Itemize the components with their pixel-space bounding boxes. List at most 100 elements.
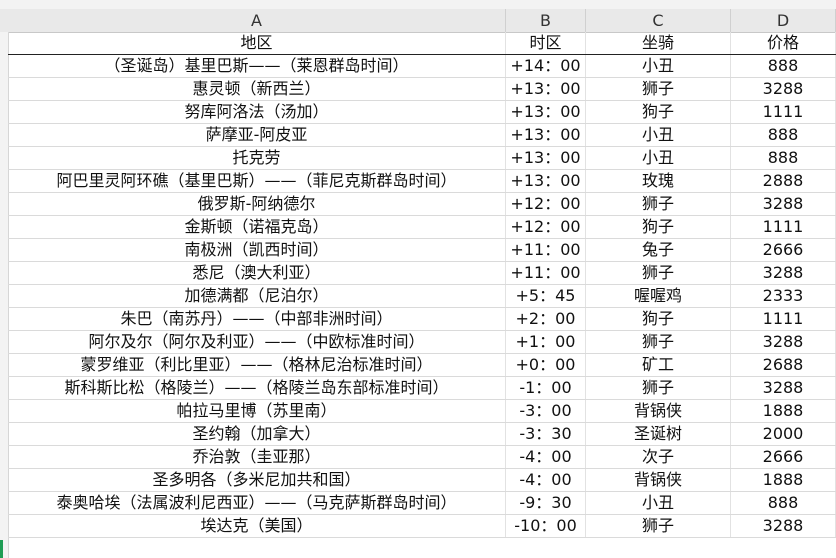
- cell-mount[interactable]: 背锅侠: [586, 400, 731, 422]
- cell-mount[interactable]: 小丑: [586, 55, 731, 77]
- cell-region[interactable]: 圣多明各（多米尼加共和国）: [8, 469, 506, 491]
- cell-price[interactable]: 3288: [731, 377, 836, 399]
- cell-price[interactable]: 2666: [731, 446, 836, 468]
- cell-mount[interactable]: 背锅侠: [586, 469, 731, 491]
- column-header-bar: A B C D: [0, 9, 836, 33]
- cell-zone[interactable]: +11：00: [506, 262, 586, 284]
- cell-zone[interactable]: +11：00: [506, 239, 586, 261]
- cell-region[interactable]: 蒙罗维亚（利比里亚）——（格林尼治标准时间）: [8, 354, 506, 376]
- cell-zone[interactable]: -3：30: [506, 423, 586, 445]
- cell-mount[interactable]: 狮子: [586, 377, 731, 399]
- cell-region[interactable]: 阿巴里灵阿环礁（基里巴斯）——（菲尼克斯群岛时间）: [8, 170, 506, 192]
- cell-zone[interactable]: +13：00: [506, 101, 586, 123]
- table-header-row: 地区 时区 坐骑 价格: [8, 32, 836, 55]
- cell-mount[interactable]: 狮子: [586, 331, 731, 353]
- cell-price[interactable]: 3288: [731, 78, 836, 100]
- cell-price[interactable]: 2000: [731, 423, 836, 445]
- cell-price[interactable]: 1111: [731, 101, 836, 123]
- cell-region[interactable]: 萨摩亚-阿皮亚: [8, 124, 506, 146]
- cell-zone[interactable]: -3：00: [506, 400, 586, 422]
- header-cell-price[interactable]: 价格: [731, 32, 836, 54]
- table-row: 金斯顿（诺福克岛） +12：00 狗子 1111: [8, 216, 836, 239]
- cell-mount[interactable]: 圣诞树: [586, 423, 731, 445]
- cell-price[interactable]: 2333: [731, 285, 836, 307]
- cell-zone[interactable]: -1：00: [506, 377, 586, 399]
- cell-region[interactable]: 托克劳: [8, 147, 506, 169]
- top-strip: [0, 0, 836, 9]
- cell-mount[interactable]: 狮子: [586, 78, 731, 100]
- header-cell-mount[interactable]: 坐骑: [586, 32, 731, 54]
- cell-mount[interactable]: 次子: [586, 446, 731, 468]
- cell-price[interactable]: 1111: [731, 216, 836, 238]
- cell-mount[interactable]: 喔喔鸡: [586, 285, 731, 307]
- cell-zone[interactable]: +1：00: [506, 331, 586, 353]
- cell-zone[interactable]: +12：00: [506, 193, 586, 215]
- column-header-b[interactable]: B: [506, 9, 586, 32]
- header-cell-zone[interactable]: 时区: [506, 32, 586, 54]
- cell-zone[interactable]: +0：00: [506, 354, 586, 376]
- cell-price[interactable]: 1888: [731, 400, 836, 422]
- cell-region[interactable]: 悉尼（澳大利亚）: [8, 262, 506, 284]
- column-header-a[interactable]: A: [8, 9, 506, 32]
- cell-zone[interactable]: +5：45: [506, 285, 586, 307]
- cell-mount[interactable]: 狗子: [586, 308, 731, 330]
- table-row: 阿巴里灵阿环礁（基里巴斯）——（菲尼克斯群岛时间） +13：00 玫瑰 2888: [8, 170, 836, 193]
- table-row: 萨摩亚-阿皮亚 +13：00 小丑 888: [8, 124, 836, 147]
- cell-zone[interactable]: -10：00: [506, 515, 586, 537]
- cell-region[interactable]: （圣诞岛）基里巴斯——（莱恩群岛时间）: [8, 55, 506, 77]
- cell-price[interactable]: 3288: [731, 262, 836, 284]
- spreadsheet: A B C D 地区 时区 坐骑 价格 （圣诞岛）基里巴斯——（莱恩群岛时间） +…: [0, 0, 836, 558]
- cell-mount[interactable]: 小丑: [586, 124, 731, 146]
- cell-region[interactable]: 阿尔及尔（阿尔及利亚）——（中欧标准时间）: [8, 331, 506, 353]
- cell-price[interactable]: 888: [731, 55, 836, 77]
- cell-mount[interactable]: 狮子: [586, 262, 731, 284]
- cell-region[interactable]: 朱巴（南苏丹）——（中部非洲时间）: [8, 308, 506, 330]
- cell-mount[interactable]: 小丑: [586, 492, 731, 514]
- cell-region[interactable]: 斯科斯比松（格陵兰）——（格陵兰岛东部标准时间）: [8, 377, 506, 399]
- cell-region[interactable]: 金斯顿（诺福克岛）: [8, 216, 506, 238]
- cell-price[interactable]: 3288: [731, 515, 836, 537]
- cell-region[interactable]: 泰奥哈埃（法属波利尼西亚）——（马克萨斯群岛时间）: [8, 492, 506, 514]
- cell-region[interactable]: 圣约翰（加拿大）: [8, 423, 506, 445]
- table-row: 俄罗斯-阿纳德尔 +12：00 狮子 3288: [8, 193, 836, 216]
- cell-zone[interactable]: +13：00: [506, 147, 586, 169]
- cell-region[interactable]: 乔治敦（圭亚那）: [8, 446, 506, 468]
- cell-price[interactable]: 1888: [731, 469, 836, 491]
- cell-region[interactable]: 帕拉马里博（苏里南）: [8, 400, 506, 422]
- cell-zone[interactable]: -9：30: [506, 492, 586, 514]
- cell-price[interactable]: 888: [731, 147, 836, 169]
- cell-price[interactable]: 2688: [731, 354, 836, 376]
- cell-price[interactable]: 2666: [731, 239, 836, 261]
- cell-zone[interactable]: +14：00: [506, 55, 586, 77]
- cell-zone[interactable]: +13：00: [506, 78, 586, 100]
- cell-mount[interactable]: 玫瑰: [586, 170, 731, 192]
- cell-mount[interactable]: 狗子: [586, 101, 731, 123]
- cell-region[interactable]: 加德满都（尼泊尔）: [8, 285, 506, 307]
- cell-zone[interactable]: -4：00: [506, 446, 586, 468]
- cell-mount[interactable]: 狮子: [586, 193, 731, 215]
- cell-zone[interactable]: +2：00: [506, 308, 586, 330]
- cell-mount[interactable]: 兔子: [586, 239, 731, 261]
- cell-zone[interactable]: +13：00: [506, 124, 586, 146]
- cell-region[interactable]: 俄罗斯-阿纳德尔: [8, 193, 506, 215]
- cell-price[interactable]: 3288: [731, 193, 836, 215]
- cell-mount[interactable]: 小丑: [586, 147, 731, 169]
- column-header-c[interactable]: C: [586, 9, 731, 32]
- column-header-d[interactable]: D: [731, 9, 836, 32]
- cell-mount[interactable]: 狮子: [586, 515, 731, 537]
- cell-price[interactable]: 888: [731, 492, 836, 514]
- cell-price[interactable]: 3288: [731, 331, 836, 353]
- cell-region[interactable]: 惠灵顿（新西兰）: [8, 78, 506, 100]
- cell-price[interactable]: 1111: [731, 308, 836, 330]
- cell-mount[interactable]: 狗子: [586, 216, 731, 238]
- cell-price[interactable]: 2888: [731, 170, 836, 192]
- cell-zone[interactable]: +12：00: [506, 216, 586, 238]
- cell-mount[interactable]: 矿工: [586, 354, 731, 376]
- header-cell-region[interactable]: 地区: [8, 32, 506, 54]
- cell-price[interactable]: 888: [731, 124, 836, 146]
- cell-zone[interactable]: +13：00: [506, 170, 586, 192]
- cell-region[interactable]: 埃达克（美国）: [8, 515, 506, 537]
- cell-region[interactable]: 南极洲（凯西时间）: [8, 239, 506, 261]
- cell-zone[interactable]: -4：00: [506, 469, 586, 491]
- cell-region[interactable]: 努库阿洛法（汤加）: [8, 101, 506, 123]
